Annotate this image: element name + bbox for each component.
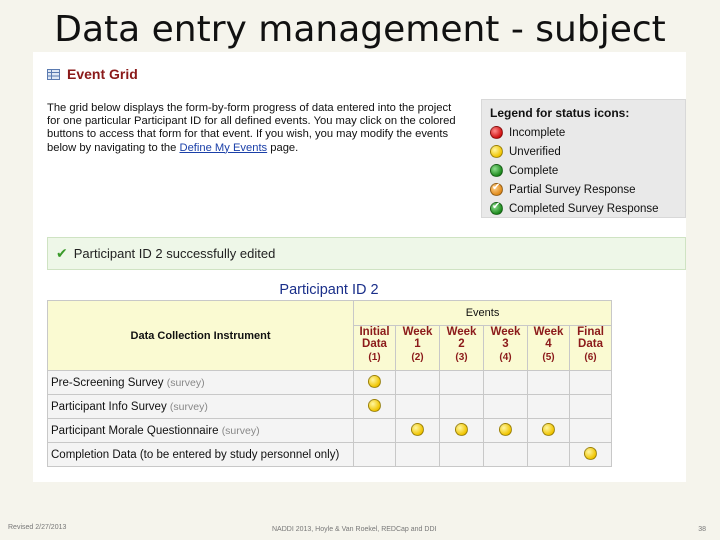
legend-item-complete: Complete: [490, 161, 677, 180]
redcap-screenshot: Event Grid The grid below displays the f…: [33, 52, 686, 482]
grid-cell: [439, 370, 484, 395]
grid-cell: [353, 370, 396, 395]
grid-cell: [527, 394, 570, 419]
event-header-week-2: Week 2 (3): [439, 325, 484, 371]
grid-cell: [395, 442, 440, 467]
grid-cell: [439, 394, 484, 419]
status-legend: Legend for status icons: Incomplete Unve…: [481, 99, 686, 218]
event-grid-header: Event Grid: [47, 64, 138, 84]
yellow-status-icon[interactable]: [455, 422, 468, 436]
event-grid-table: Data Collection Instrument Events Initia…: [47, 300, 613, 467]
grid-cell: [483, 394, 528, 419]
event-grid-instructions: The grid below displays the form-by-form…: [47, 102, 457, 155]
event-number: (4): [499, 352, 512, 363]
instrument-name: Participant Info Survey (survey): [47, 394, 354, 419]
yellow-status-icon[interactable]: [584, 446, 598, 460]
event-header-final-data: Final Data (6): [568, 325, 613, 371]
legend-item-partial-survey: Partial Survey Response: [490, 180, 677, 199]
event-number: (5): [542, 352, 555, 363]
grid-cell: [483, 418, 528, 443]
table-row: Participant Morale Questionnaire (survey…: [47, 418, 613, 443]
yellow-status-icon[interactable]: [368, 374, 381, 388]
instrument-name: Participant Morale Questionnaire (survey…: [47, 418, 354, 443]
page-number: 38: [698, 526, 706, 533]
table-row: Pre-Screening Survey (survey): [47, 370, 613, 395]
instrument-column-header: Data Collection Instrument: [47, 300, 354, 371]
event-name: Week 3: [490, 326, 521, 350]
grid-cell: [395, 394, 440, 419]
events-header: Events: [352, 300, 613, 326]
table-row: Completion Data (to be entered by study …: [47, 442, 613, 467]
legend-label: Completed Survey Response: [509, 202, 659, 215]
event-number: (3): [455, 352, 468, 363]
legend-label: Complete: [509, 164, 559, 177]
grid-cell: [353, 394, 396, 419]
define-my-events-link[interactable]: Define My Events: [179, 142, 267, 154]
yellow-status-icon[interactable]: [542, 422, 555, 436]
grid-cell: [483, 370, 528, 395]
yellow-status-icon[interactable]: [499, 422, 512, 436]
grid-cell: [439, 442, 484, 467]
grid-cell: [353, 442, 396, 467]
yellow-status-icon: [490, 145, 503, 158]
grid-cell: [395, 370, 440, 395]
grid-cell: [527, 370, 570, 395]
event-header-week-3: Week 3 (4): [483, 325, 528, 371]
legend-item-unverified: Unverified: [490, 142, 677, 161]
footer-revised-date: Revised 2/27/2013: [8, 524, 67, 531]
survey-tag: (survey): [221, 424, 260, 437]
event-name: Week 1: [402, 326, 433, 350]
legend-label: Incomplete: [509, 126, 566, 139]
grid-cell: [568, 442, 613, 467]
table-row: Participant Info Survey (survey): [47, 394, 613, 419]
grid-cell: [568, 370, 613, 395]
orange-check-status-icon: [490, 182, 503, 196]
event-name: Final Data: [577, 326, 604, 350]
success-message: ✔ Participant ID 2 successfully edited: [47, 237, 686, 270]
event-number: (6): [584, 352, 597, 363]
event-header-week-4: Week 4 (5): [527, 325, 570, 371]
slide-title: Data entry management - subject: [54, 9, 666, 50]
legend-title: Legend for status icons:: [490, 106, 630, 120]
legend-label: Partial Survey Response: [509, 183, 636, 196]
survey-tag: (survey): [166, 376, 205, 389]
instrument-label: Completion Data (to be entered by study …: [51, 448, 340, 461]
table-icon: [47, 68, 60, 80]
footer-citation: NADDI 2013, Hoyle & Van Roekel, REDCap a…: [272, 526, 437, 533]
checkmark-icon: ✔: [56, 245, 68, 262]
event-grid-title: Event Grid: [67, 66, 138, 82]
green-check-status-icon: [490, 201, 503, 215]
event-name: Week 4: [533, 326, 564, 350]
instrument-name: Completion Data (to be entered by study …: [47, 442, 354, 467]
grid-cell: [527, 442, 570, 467]
instrument-label: Participant Info Survey: [51, 400, 167, 413]
grid-cell: [395, 418, 440, 443]
event-number: (2): [411, 352, 424, 363]
legend-item-completed-survey: Completed Survey Response: [490, 199, 677, 218]
instrument-name: Pre-Screening Survey (survey): [47, 370, 354, 395]
instrument-label: Participant Morale Questionnaire: [51, 424, 219, 437]
participant-title: Participant ID 2: [279, 282, 379, 298]
grid-cell: [483, 442, 528, 467]
event-name: Initial Data: [359, 326, 390, 350]
green-status-icon: [490, 164, 503, 177]
grid-cell: [568, 418, 613, 443]
yellow-status-icon[interactable]: [411, 422, 424, 436]
grid-cell: [568, 394, 613, 419]
event-number: (1): [368, 352, 381, 363]
red-status-icon: [490, 126, 503, 139]
legend-label: Unverified: [509, 145, 561, 158]
instructions-text-2: page.: [267, 141, 299, 154]
legend-item-incomplete: Incomplete: [490, 123, 677, 142]
grid-cell: [439, 418, 484, 443]
success-message-text: Participant ID 2 successfully edited: [73, 246, 276, 261]
event-header-week-1: Week 1 (2): [395, 325, 440, 371]
survey-tag: (survey): [169, 400, 208, 413]
instrument-label: Pre-Screening Survey: [51, 376, 164, 389]
grid-cell: [353, 418, 396, 443]
grid-cell: [527, 418, 570, 443]
yellow-status-icon[interactable]: [368, 398, 381, 412]
event-header-initial-data: Initial Data (1): [353, 325, 396, 371]
event-name: Week 2: [446, 326, 477, 350]
